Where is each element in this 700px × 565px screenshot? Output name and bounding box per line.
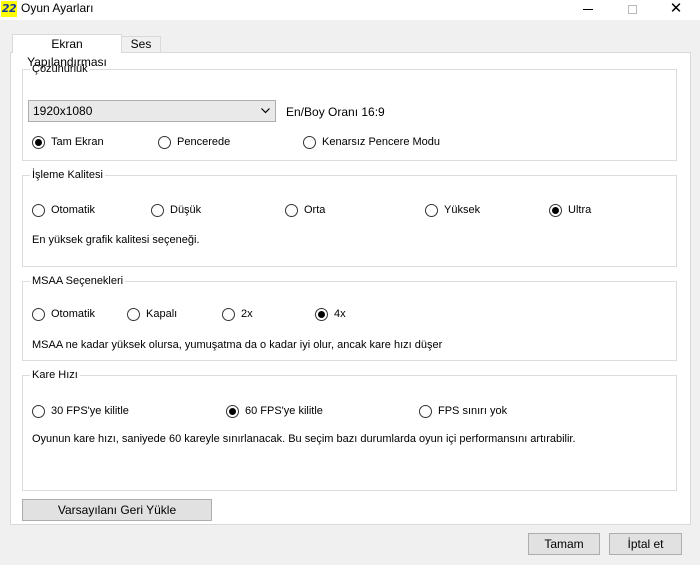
radio-label: Kenarsız Pencere Modu	[322, 136, 441, 148]
render-quality-group: İşleme Kalitesi Otomatik Düşük Orta Yüks…	[22, 168, 677, 267]
radio-fullscreen[interactable]: Tam Ekran	[32, 134, 104, 150]
radio-label: Otomatik	[51, 308, 96, 320]
radio-msaa-off[interactable]: Kapalı	[127, 306, 177, 322]
radio-label: Otomatik	[51, 204, 96, 216]
radio-indicator	[226, 404, 239, 418]
radio-indicator	[127, 307, 140, 321]
radio-indicator	[549, 203, 562, 217]
minimize-button[interactable]	[573, 0, 603, 18]
radio-indicator	[285, 203, 298, 217]
resolution-select-value: 1920x1080	[33, 104, 93, 118]
resolution-select[interactable]: 1920x1080	[28, 100, 276, 122]
radio-label: FPS sınırı yok	[438, 405, 508, 417]
chevron-down-icon	[259, 101, 271, 121]
radio-msaa-auto[interactable]: Otomatik	[32, 306, 95, 322]
tab-panel: Çözünürlük 1920x1080 En/Boy Oranı 16:9 T…	[10, 52, 691, 525]
render-quality-legend: İşleme Kalitesi	[30, 168, 105, 182]
radio-label: Ultra	[568, 204, 592, 216]
tab-sound[interactable]: Ses	[121, 36, 161, 53]
restore-defaults-button[interactable]: Varsayılanı Geri Yükle	[22, 499, 212, 521]
radio-fps-60[interactable]: 60 FPS'ye kilitle	[226, 403, 323, 419]
minimize-icon	[583, 8, 593, 10]
radio-quality-ultra[interactable]: Ultra	[549, 202, 591, 218]
radio-windowed[interactable]: Pencerede	[158, 134, 230, 150]
radio-label: 4x	[334, 308, 346, 320]
ok-button[interactable]: Tamam	[528, 533, 600, 555]
resolution-group: Çözünürlük 1920x1080 En/Boy Oranı 16:9 T…	[22, 62, 677, 161]
radio-label: Yüksek	[444, 204, 481, 216]
radio-quality-auto[interactable]: Otomatik	[32, 202, 95, 218]
maximize-icon	[627, 4, 637, 14]
radio-msaa-4x[interactable]: 4x	[315, 306, 346, 322]
radio-quality-high[interactable]: Yüksek	[425, 202, 480, 218]
cancel-button[interactable]: İptal et	[609, 533, 682, 555]
radio-quality-medium[interactable]: Orta	[285, 202, 325, 218]
radio-borderless[interactable]: Kenarsız Pencere Modu	[303, 134, 440, 150]
radio-fps-30[interactable]: 30 FPS'ye kilitle	[32, 403, 129, 419]
tab-display-config[interactable]: Ekran Yapılandırması	[12, 34, 122, 69]
radio-indicator	[303, 135, 316, 149]
frame-rate-legend: Kare Hızı	[30, 368, 80, 382]
radio-label: 60 FPS'ye kilitle	[245, 405, 323, 417]
radio-indicator	[158, 135, 171, 149]
app-icon: 22	[1, 1, 17, 17]
radio-quality-low[interactable]: Düşük	[151, 202, 201, 218]
radio-label: Orta	[304, 204, 326, 216]
radio-msaa-2x[interactable]: 2x	[222, 306, 253, 322]
radio-indicator	[32, 135, 45, 149]
msaa-legend: MSAA Seçenekleri	[30, 274, 126, 288]
radio-indicator	[222, 307, 235, 321]
msaa-description: MSAA ne kadar yüksek olursa, yumuşatma d…	[32, 339, 443, 351]
radio-indicator	[32, 404, 45, 418]
radio-indicator	[425, 203, 438, 217]
aspect-ratio-label: En/Boy Oranı 16:9	[286, 105, 385, 119]
title-bar: 22 Oyun Ayarları ✕	[0, 0, 700, 20]
close-button[interactable]: ✕	[661, 0, 691, 18]
maximize-button[interactable]	[617, 0, 647, 18]
radio-indicator	[32, 203, 45, 217]
radio-indicator	[315, 307, 328, 321]
radio-label: Düşük	[170, 204, 202, 216]
render-quality-description: En yüksek grafik kalitesi seçeneği.	[32, 234, 200, 246]
radio-label: Tam Ekran	[51, 136, 104, 148]
radio-label: 2x	[241, 308, 253, 320]
frame-rate-group: Kare Hızı 30 FPS'ye kilitle 60 FPS'ye ki…	[22, 368, 677, 491]
radio-indicator	[151, 203, 164, 217]
close-icon: ✕	[669, 0, 683, 17]
radio-indicator	[32, 307, 45, 321]
radio-label: Pencerede	[177, 136, 231, 148]
msaa-group: MSAA Seçenekleri Otomatik Kapalı 2x 4x M…	[22, 274, 677, 361]
radio-label: Kapalı	[146, 308, 178, 320]
radio-label: 30 FPS'ye kilitle	[51, 405, 129, 417]
radio-fps-unlimited[interactable]: FPS sınırı yok	[419, 403, 507, 419]
frame-rate-description: Oyunun kare hızı, saniyede 60 kareyle sı…	[32, 433, 576, 445]
radio-indicator	[419, 404, 432, 418]
window-title: Oyun Ayarları	[21, 1, 94, 15]
